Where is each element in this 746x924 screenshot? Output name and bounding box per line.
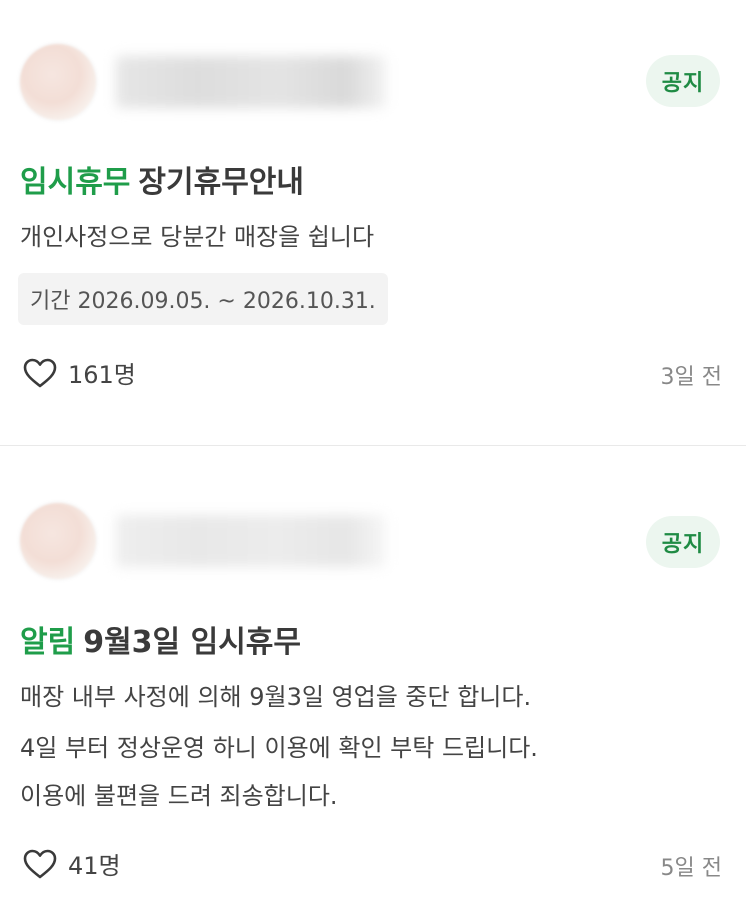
like-button[interactable]: 161명 (22, 355, 136, 390)
heart-outline-icon (23, 849, 57, 878)
author-name-blurred (116, 56, 386, 108)
post-title-text: 9월3일 임시휴무 (83, 625, 301, 660)
heart-outline-icon (23, 358, 57, 387)
period-box: 기간 2026.09.05. ~ 2026.10.31. (18, 273, 388, 325)
notice-post[interactable]: 공지 임시휴무 장기휴무안내 개인사정으로 당분간 매장을 쉽니다 기간 2026… (0, 0, 746, 445)
post-body-line: 4일 부터 정상운영 하니 이용에 확인 부탁 드립니다. (20, 734, 538, 762)
like-count: 41명 (68, 852, 121, 880)
like-count: 161명 (68, 361, 136, 389)
post-tag: 임시휴무 (20, 165, 131, 200)
post-body-line: 개인사정으로 당분간 매장을 쉽니다 (20, 223, 375, 251)
post-title[interactable]: 알림 9월3일 임시휴무 (20, 617, 301, 661)
author-row[interactable] (20, 44, 386, 120)
author-name-blurred (116, 515, 386, 567)
post-time: 3일 전 (660, 365, 722, 390)
author-row[interactable] (20, 503, 386, 579)
post-time: 5일 전 (660, 856, 722, 881)
notice-badge: 공지 (646, 55, 720, 107)
notice-post[interactable]: 공지 알림 9월3일 임시휴무 매장 내부 사정에 의해 9월3일 영업을 중단 … (0, 446, 746, 924)
notice-badge: 공지 (646, 516, 720, 568)
post-body-line: 매장 내부 사정에 의해 9월3일 영업을 중단 합니다. (20, 683, 532, 711)
post-body-line: 이용에 불편을 드려 죄송합니다. (20, 782, 338, 810)
like-button[interactable]: 41명 (22, 846, 121, 881)
post-tag: 알림 (20, 625, 76, 660)
avatar[interactable] (20, 44, 96, 120)
post-title-text: 장기휴무안내 (138, 165, 305, 200)
post-title[interactable]: 임시휴무 장기휴무안내 (20, 157, 304, 201)
avatar[interactable] (20, 503, 96, 579)
